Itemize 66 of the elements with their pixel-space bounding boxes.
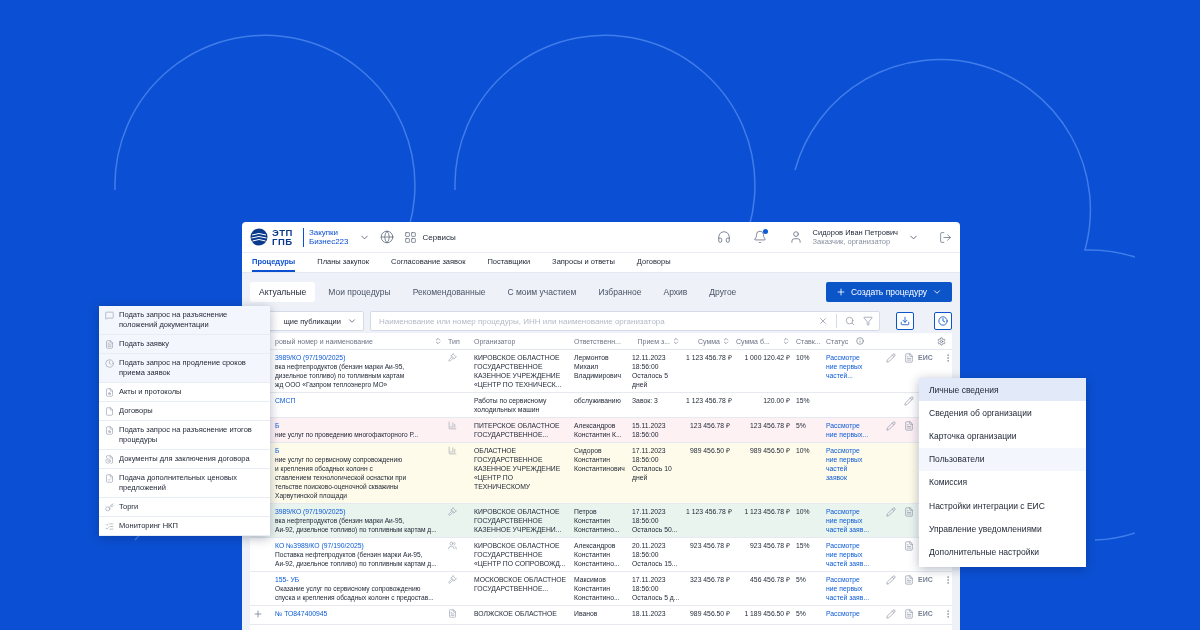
filter-tab[interactable]: Другое xyxy=(700,282,746,302)
chat-icon xyxy=(105,311,114,320)
filter-icon[interactable] xyxy=(863,316,873,326)
edit-icon[interactable] xyxy=(904,396,914,406)
clock-icon xyxy=(938,316,948,326)
globe-icon[interactable] xyxy=(379,230,394,244)
services-button[interactable]: Сервисы xyxy=(403,230,456,244)
search-icon[interactable] xyxy=(845,316,855,326)
document-search-icon xyxy=(105,388,114,397)
logout-icon[interactable] xyxy=(939,230,952,244)
document-icon[interactable] xyxy=(904,421,914,431)
plus-icon xyxy=(836,287,846,297)
info-icon[interactable] xyxy=(856,337,865,345)
document-check-icon xyxy=(105,474,114,483)
filter-tab[interactable]: Рекомендованные xyxy=(403,282,495,302)
expand-icon[interactable] xyxy=(253,609,263,619)
menu-item[interactable]: Личные сведения xyxy=(919,378,1086,402)
document-icon[interactable] xyxy=(904,609,914,619)
menu-item[interactable]: Карточка организации xyxy=(919,424,1086,448)
key-icon xyxy=(105,503,114,512)
file-icon xyxy=(105,407,114,416)
grid-icon xyxy=(403,230,417,244)
chevron-down-icon xyxy=(347,316,357,326)
document-icon[interactable] xyxy=(904,575,914,585)
menu-item[interactable]: Сведения об организации xyxy=(919,401,1086,425)
filter-tab[interactable]: Архив xyxy=(654,282,697,302)
chevron-down-icon xyxy=(932,287,942,297)
user-icon xyxy=(788,230,803,244)
bell-icon[interactable] xyxy=(752,230,767,244)
history-button[interactable] xyxy=(934,312,952,330)
menu-item[interactable]: Настройки интеграции с ЕИС xyxy=(919,493,1086,518)
menu-item[interactable]: Комиссия xyxy=(919,470,1086,494)
create-procedure-button[interactable]: Создать процедуру xyxy=(826,282,952,302)
settings-icon[interactable] xyxy=(937,336,946,346)
product-name: Закупки Бизнес223 xyxy=(302,227,349,247)
edit-icon[interactable] xyxy=(886,353,896,363)
menu-item[interactable]: Пользователи xyxy=(919,447,1086,471)
menu-item[interactable]: Дополнительные настройки xyxy=(919,540,1086,564)
sort-icon[interactable] xyxy=(782,337,790,345)
filter-tab[interactable]: Мои процедуры xyxy=(319,282,400,302)
globe-logo-icon xyxy=(250,228,268,246)
sort-icon[interactable] xyxy=(672,337,680,345)
document-search-icon xyxy=(105,426,114,435)
menu-item[interactable]: Управление уведомлениями xyxy=(919,517,1086,541)
download-button[interactable] xyxy=(896,312,914,330)
document-icon[interactable] xyxy=(904,541,914,551)
clear-icon[interactable] xyxy=(818,316,828,326)
document-icon[interactable] xyxy=(904,353,914,363)
document-icon xyxy=(105,340,114,349)
clock-icon xyxy=(105,359,114,368)
edit-icon[interactable] xyxy=(886,507,896,517)
logo-text: ЭТП ГПБ xyxy=(272,228,293,246)
download-icon xyxy=(900,316,910,326)
edit-icon[interactable] xyxy=(886,421,896,431)
table-row[interactable] xyxy=(250,504,918,537)
filter-tab[interactable]: С моим участием xyxy=(498,282,586,302)
sort-icon[interactable] xyxy=(434,337,442,345)
edit-icon[interactable] xyxy=(886,609,896,619)
edit-icon[interactable] xyxy=(886,575,896,585)
list-icon xyxy=(105,522,114,531)
document-clock-icon xyxy=(105,455,114,464)
document-icon[interactable] xyxy=(904,507,914,517)
headset-icon[interactable] xyxy=(716,230,731,244)
filter-tab[interactable]: Избранное xyxy=(589,282,651,302)
sort-icon[interactable] xyxy=(722,337,730,345)
filter-tab[interactable]: Актуальные xyxy=(250,282,316,302)
